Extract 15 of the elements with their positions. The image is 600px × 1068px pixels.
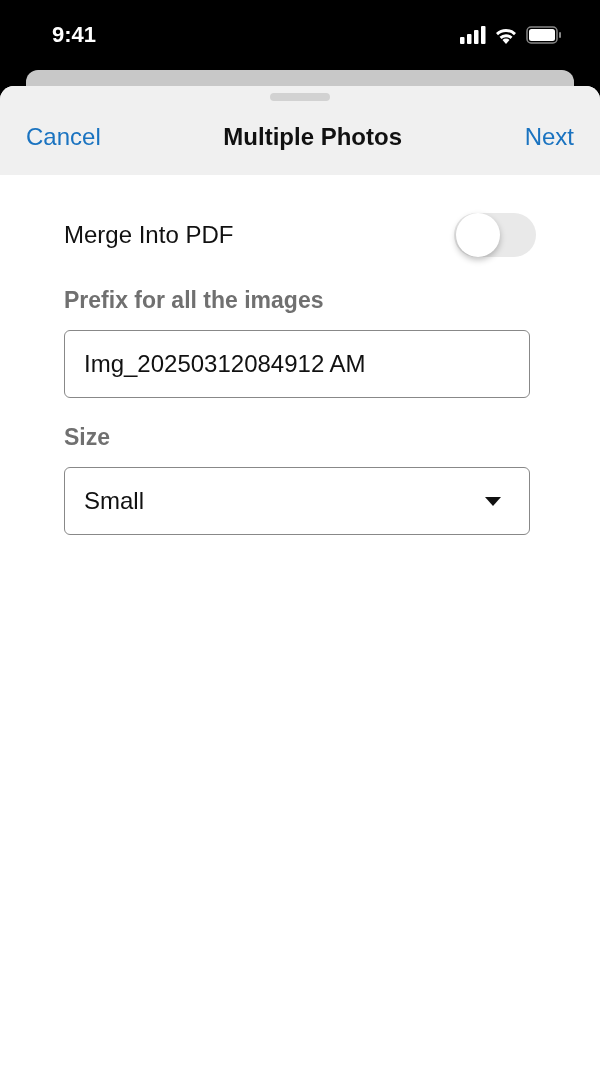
merge-toggle[interactable]	[454, 213, 536, 257]
size-dropdown[interactable]: Small	[64, 467, 530, 535]
sheet-title: Multiple Photos	[223, 122, 402, 151]
dropdown-caret-icon	[485, 496, 501, 506]
prefix-label: Prefix for all the images	[64, 287, 325, 314]
prefix-input-field[interactable]: Img_20250312084912 AM	[64, 330, 530, 398]
merge-label: Merge Into PDF	[64, 221, 234, 249]
battery-icon	[526, 26, 562, 44]
sheet-grabber[interactable]	[270, 93, 330, 101]
cancel-button[interactable]: Cancel	[26, 122, 101, 151]
size-label: Size	[64, 424, 112, 451]
status-time: 9:41	[52, 22, 97, 48]
wifi-icon	[494, 26, 518, 44]
signal-icon	[460, 26, 486, 44]
next-button[interactable]: Next	[524, 122, 574, 151]
